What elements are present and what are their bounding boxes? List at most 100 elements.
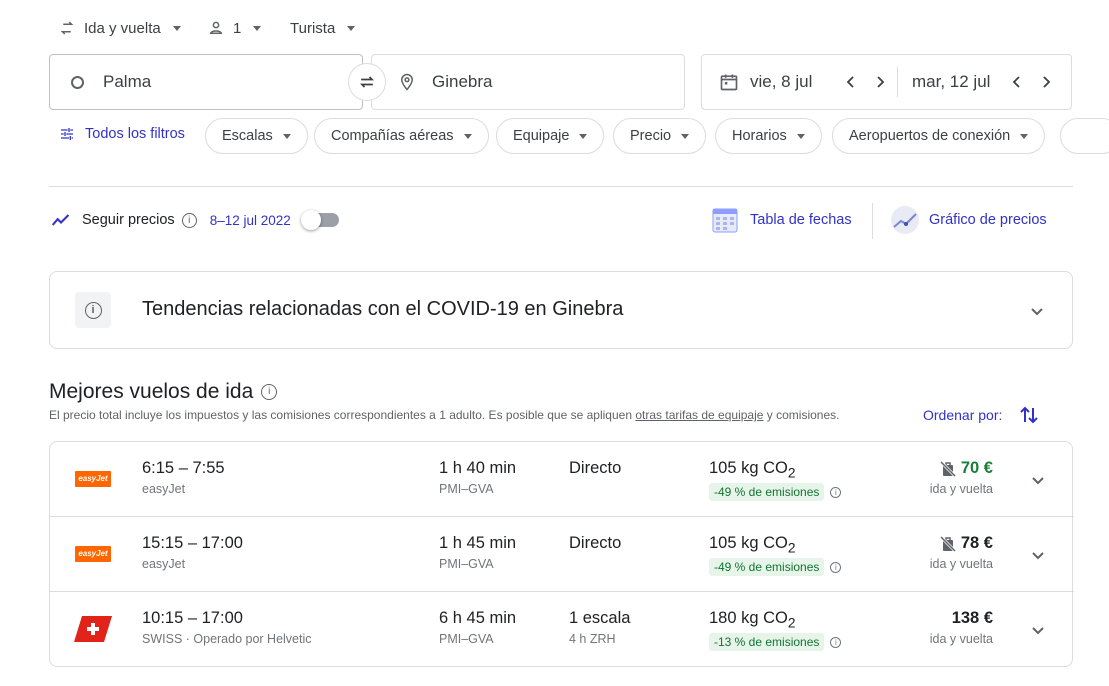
- covid-trends-card[interactable]: i Tendencias relacionadas con el COVID-1…: [49, 271, 1073, 349]
- duration-block: 1 h 40 min PMI–GVA: [439, 459, 516, 496]
- departure-prev-button[interactable]: [838, 69, 864, 95]
- flight-route: PMI–GVA: [439, 557, 494, 571]
- flight-times: 6:15 – 7:55: [142, 459, 225, 477]
- flight-duration: 1 h 45 min: [439, 534, 517, 552]
- departure-next-button[interactable]: [867, 69, 893, 95]
- airline-name: easyJet: [142, 557, 186, 571]
- date-grid-label: Tabla de fechas: [750, 212, 852, 228]
- date-grid-icon: [712, 208, 738, 233]
- chevron-down-icon: [1032, 627, 1044, 635]
- results-heading-text: Mejores vuelos de ida: [49, 380, 254, 403]
- flight-times-block: 15:15 – 17:00 easyJet: [142, 534, 243, 571]
- price-tracking: Seguir precios i 8–12 jul 2022: [50, 210, 339, 230]
- covid-trends-text: Tendencias relacionadas con el COVID-19 …: [142, 298, 624, 320]
- info-icon[interactable]: i: [830, 561, 842, 573]
- departure-date[interactable]: vie, 8 jul: [750, 72, 838, 92]
- price-graph-button[interactable]: Gráfico de precios: [889, 205, 1047, 235]
- co2-value: 105 kg CO: [709, 534, 788, 552]
- baggage-fees-link[interactable]: otras tarifas de equipaje: [635, 408, 763, 422]
- emissions-block: 105 kg CO2 -49 % de emisiones i: [709, 459, 842, 502]
- caret-down-icon: [681, 133, 690, 139]
- date-divider: [897, 67, 898, 97]
- origin-field[interactable]: Palma: [49, 54, 363, 110]
- emissions-block: 105 kg CO2 -49 % de emisiones i: [709, 534, 842, 577]
- price-graph-label: Gráfico de precios: [929, 212, 1047, 228]
- flight-row[interactable]: 10:15 – 17:00 SWISS · Operado por Helvet…: [50, 592, 1074, 667]
- passengers-count: 1: [233, 19, 242, 37]
- price-block: 70 € ida y vuelta: [880, 459, 993, 496]
- disclaimer-text: El precio total incluye los impuestos y …: [49, 408, 636, 422]
- tracking-date-range: 8–12 jul 2022: [209, 212, 291, 228]
- filter-chip-times[interactable]: Horarios: [715, 118, 822, 154]
- flight-row[interactable]: easyJet 15:15 – 17:00 easyJet 1 h 45 min…: [50, 517, 1074, 592]
- easyjet-logo: easyJet: [75, 471, 111, 487]
- return-date[interactable]: mar, 12 jul: [912, 72, 1004, 92]
- price-block: 78 € ida y vuelta: [880, 534, 993, 571]
- chevron-down-icon: [1032, 552, 1044, 560]
- info-icon: i: [181, 212, 197, 228]
- flight-row[interactable]: easyJet 6:15 – 7:55 easyJet 1 h 40 min P…: [50, 442, 1074, 517]
- chip-label: Horarios: [732, 128, 787, 144]
- filter-chip-baggage[interactable]: Equipaje: [496, 118, 605, 154]
- return-prev-button[interactable]: [1004, 69, 1030, 95]
- price-note: ida y vuelta: [929, 632, 993, 646]
- info-icon: i: [261, 384, 278, 400]
- chevron-left-icon: [846, 76, 854, 88]
- flight-stops: Directo: [569, 534, 622, 552]
- filter-chip-airlines[interactable]: Compañías aéreas: [314, 118, 489, 154]
- track-prices-toggle[interactable]: [300, 210, 339, 230]
- flight-price: 78 €: [960, 534, 993, 552]
- emissions-badge: -49 % de emisiones: [709, 483, 825, 502]
- view-divider: [872, 203, 873, 239]
- swiss-logo: [74, 616, 112, 642]
- flight-stops: Directo: [569, 459, 622, 477]
- emissions-badge: -13 % de emisiones: [709, 633, 825, 652]
- trending-icon: [51, 214, 70, 226]
- chevron-right-icon: [877, 76, 885, 88]
- airline-name: SWISS · Operado por Helvetic: [142, 632, 312, 646]
- trip-type-select[interactable]: Ida y vuelta: [58, 14, 181, 42]
- sort-label: Ordenar por:: [923, 407, 1003, 423]
- swap-icon: [359, 76, 375, 88]
- sort-button[interactable]: Ordenar por:: [923, 405, 1039, 425]
- cabin-class-select[interactable]: Turista: [290, 14, 356, 42]
- chevron-down-icon[interactable]: [1029, 303, 1045, 319]
- filter-chip-connecting-airports[interactable]: Aeropuertos de conexión: [832, 118, 1046, 154]
- dates-field[interactable]: vie, 8 jul mar, 12 jul: [701, 54, 1072, 110]
- info-icon[interactable]: i: [830, 486, 842, 498]
- filter-chip-more[interactable]: [1060, 118, 1109, 154]
- expand-button[interactable]: [1028, 545, 1048, 565]
- price-block: 138 € ida y vuelta: [880, 609, 993, 646]
- expand-button[interactable]: [1028, 620, 1048, 640]
- chevron-right-icon: [1043, 76, 1051, 88]
- chevron-down-icon: [1032, 477, 1044, 485]
- return-next-button[interactable]: [1033, 69, 1059, 95]
- chevron-left-icon: [1012, 76, 1020, 88]
- layover-detail: 4 h ZRH: [569, 632, 616, 646]
- passengers-select[interactable]: 1: [207, 14, 262, 42]
- destination-field[interactable]: Ginebra: [371, 54, 685, 110]
- flight-price: 70 €: [960, 459, 993, 477]
- info-icon: i: [84, 301, 102, 319]
- all-filters-button[interactable]: Todos los filtros: [59, 126, 185, 142]
- flight-duration: 1 h 40 min: [439, 459, 517, 477]
- swap-cities-button[interactable]: [348, 63, 386, 101]
- disclaimer-text-end: y comisiones.: [763, 408, 840, 422]
- chip-label: Compañías aéreas: [331, 128, 454, 144]
- results-heading: Mejores vuelos de ida i: [49, 380, 278, 404]
- co2-subscript: 2: [787, 465, 796, 481]
- co2-value: 105 kg CO: [709, 459, 788, 477]
- caret-down-icon: [282, 133, 291, 139]
- expand-button[interactable]: [1028, 470, 1048, 490]
- date-grid-button[interactable]: Tabla de fechas: [712, 206, 852, 234]
- flight-route: PMI–GVA: [439, 482, 494, 496]
- easyjet-logo: easyJet: [75, 546, 111, 562]
- filter-chip-stops[interactable]: Escalas: [205, 118, 308, 154]
- stops-block: Directo: [569, 459, 621, 478]
- trip-type-label: Ida y vuelta: [84, 19, 161, 37]
- filter-chip-price[interactable]: Precio: [613, 118, 707, 154]
- co2-subscript: 2: [787, 615, 796, 631]
- info-icon[interactable]: i: [830, 636, 842, 648]
- no-carry-on-bag-icon: [939, 535, 956, 552]
- co2-value: 180 kg CO: [709, 609, 788, 627]
